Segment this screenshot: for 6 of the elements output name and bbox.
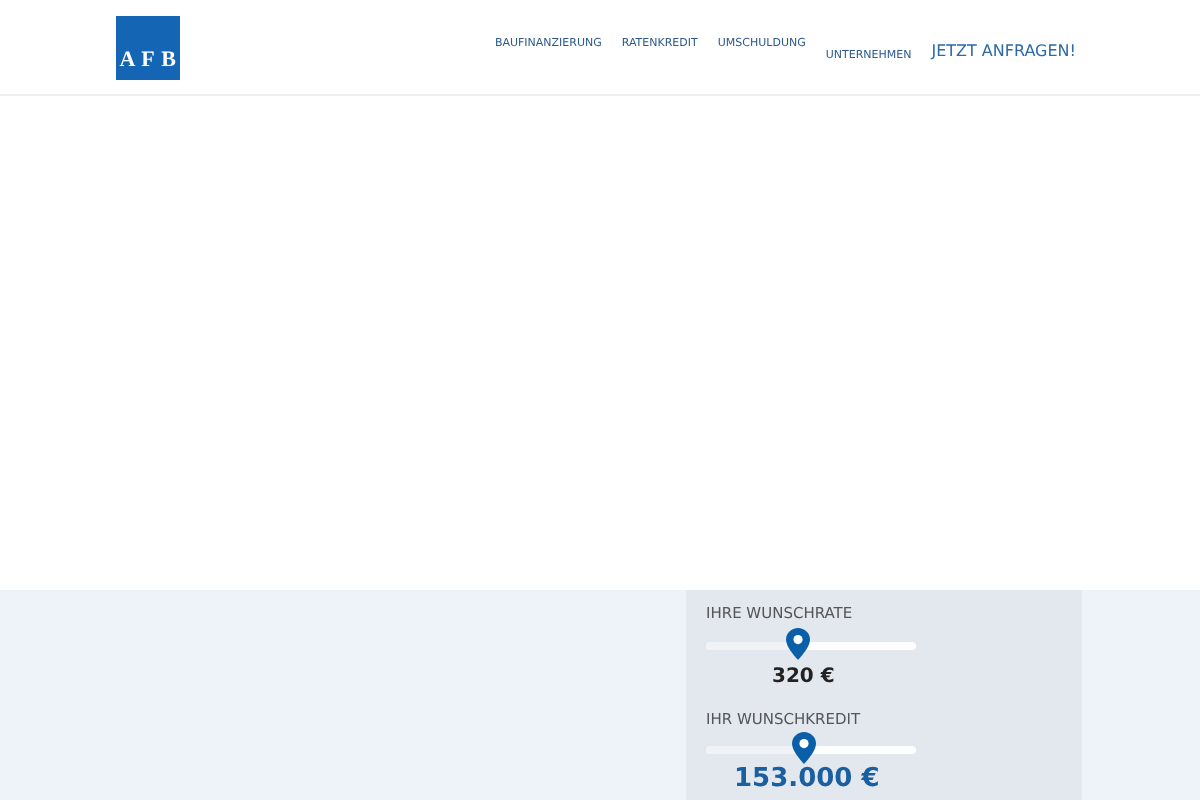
slider-value: 153.000 € (734, 762, 882, 798)
map-pin-icon[interactable] (792, 732, 817, 764)
slider-value: 320 € (772, 663, 837, 691)
logo[interactable]: A F B (116, 15, 180, 79)
nav-cta-link[interactable]: JETZT ANFRAGEN! (931, 39, 1076, 63)
map-pin-icon[interactable] (786, 627, 811, 659)
